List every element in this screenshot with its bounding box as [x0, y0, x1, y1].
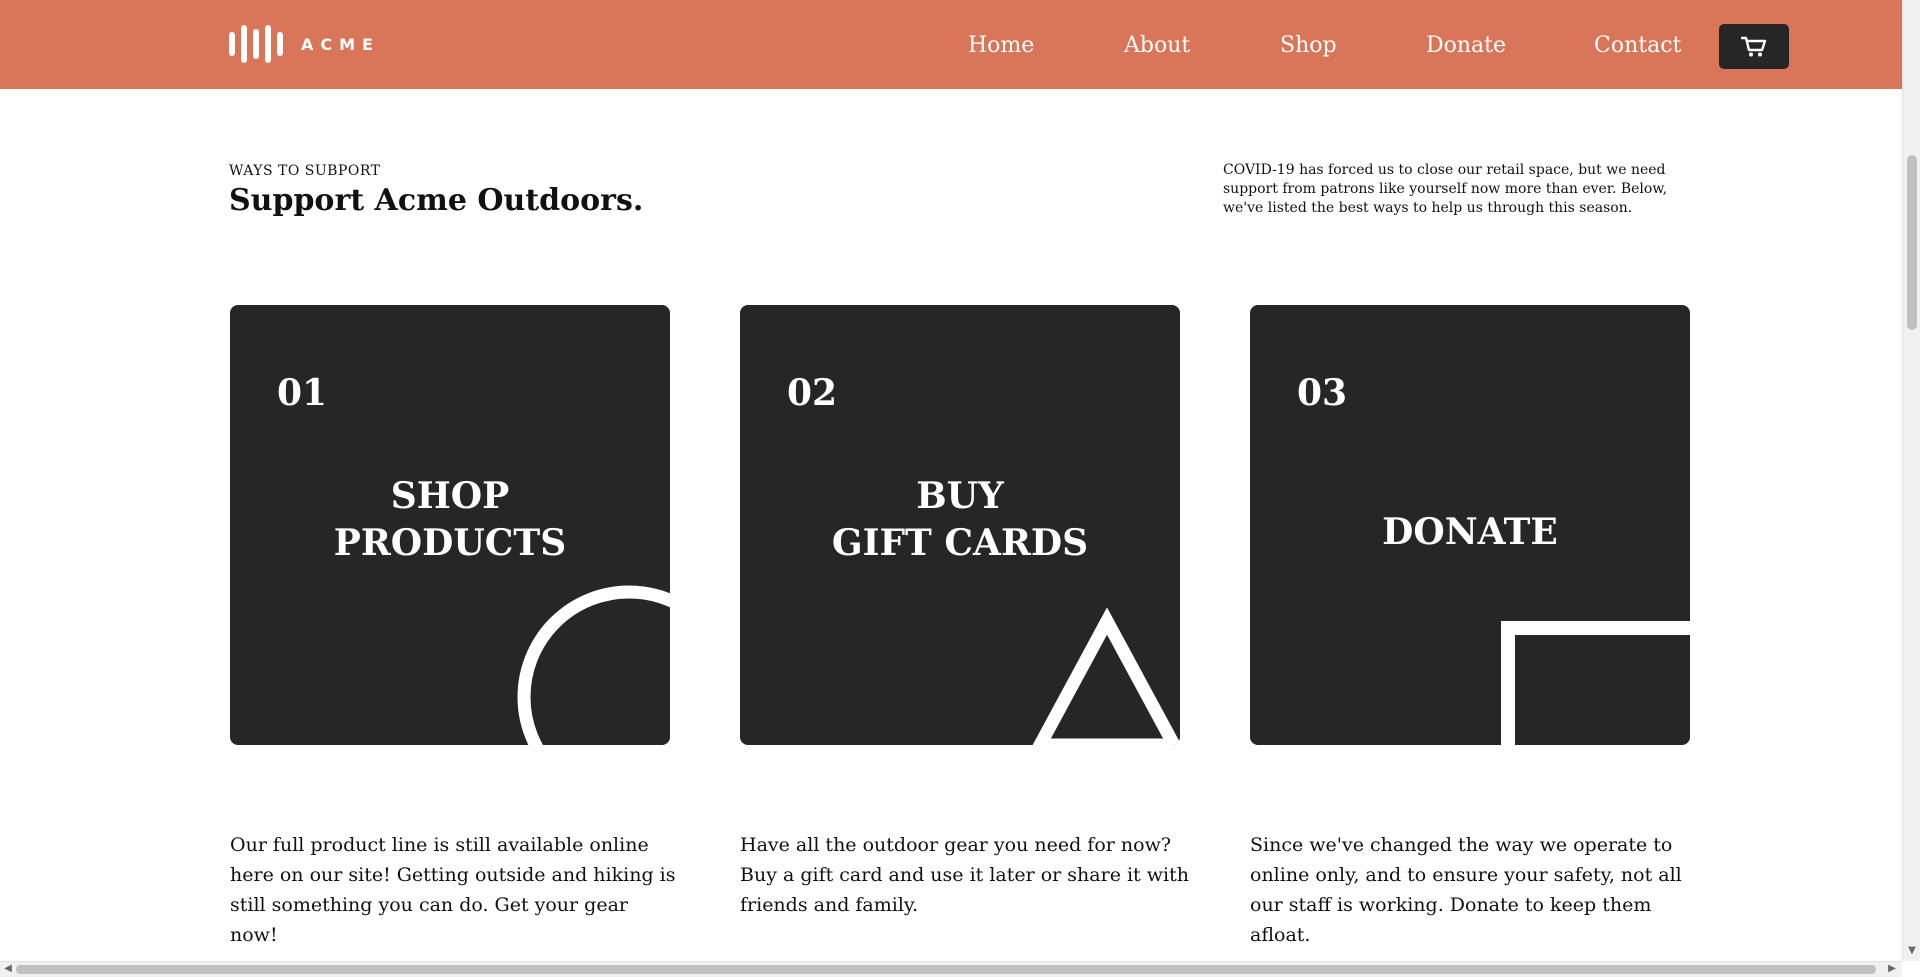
page: ACME Home About Shop Donate Contact WAYS… — [0, 0, 1920, 977]
card-number: 03 — [1297, 372, 1348, 414]
card-donate[interactable]: 03 DONATE — [1250, 305, 1690, 745]
nav-contact-link[interactable]: Contact — [1594, 24, 1716, 68]
card-title: SHOP PRODUCTS — [333, 475, 567, 564]
card-number: 01 — [277, 372, 328, 414]
section-eyebrow: WAYS TO SUBPORT — [229, 163, 381, 179]
scroll-down-arrow-icon[interactable]: ▼ — [1906, 945, 1918, 957]
vertical-scrollbar-thumb[interactable] — [1907, 155, 1917, 330]
scroll-left-arrow-icon[interactable]: ◀ — [2, 963, 14, 975]
nav-shop-link[interactable]: Shop — [1280, 24, 1426, 68]
card-title: BUY GIFT CARDS — [831, 475, 1089, 564]
cart-icon — [1741, 36, 1767, 56]
nav-about-link[interactable]: About — [1124, 24, 1280, 68]
card-title: DONATE — [1382, 511, 1558, 553]
card-description: Our full product line is still available… — [230, 834, 676, 946]
cart-button[interactable] — [1719, 24, 1789, 69]
main-nav: Home About Shop Donate Contact — [968, 24, 1716, 68]
card-buy-gift-cards[interactable]: 02 BUY GIFT CARDS — [740, 305, 1180, 745]
logo-mark-icon — [229, 24, 283, 64]
intro-text: COVID-19 has forced us to close our reta… — [1223, 162, 1668, 216]
card-number: 02 — [787, 372, 838, 414]
card-shop-products[interactable]: 01 SHOP PRODUCTS — [230, 305, 670, 745]
nav-home-link[interactable]: Home — [968, 24, 1124, 68]
horizontal-scrollbar[interactable]: ◀ ▶ — [0, 961, 1902, 977]
nav-donate-link[interactable]: Donate — [1426, 24, 1594, 68]
site-header: ACME Home About Shop Donate Contact — [0, 0, 1902, 89]
horizontal-scrollbar-thumb[interactable] — [16, 965, 1876, 974]
card-description: Have all the outdoor gear you need for n… — [740, 834, 1189, 916]
vertical-scrollbar[interactable]: ▼ — [1902, 0, 1920, 961]
logo[interactable]: ACME — [229, 24, 380, 64]
page-title: Support Acme Outdoors. — [229, 183, 644, 218]
scroll-right-arrow-icon[interactable]: ▶ — [1886, 963, 1898, 975]
logo-text: ACME — [301, 34, 380, 54]
card-description: Since we've changed the way we operate t… — [1250, 834, 1682, 946]
